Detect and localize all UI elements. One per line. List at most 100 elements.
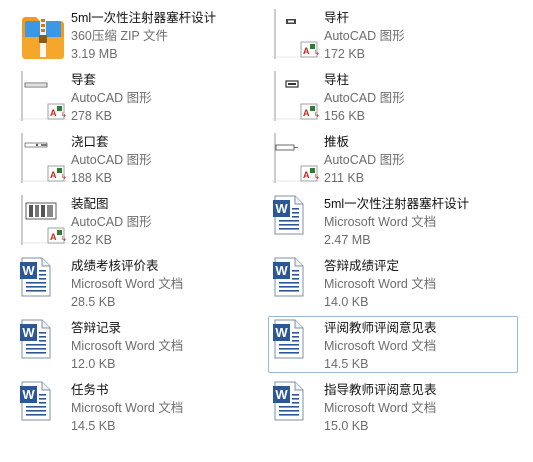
file-size: 14.5 KB: [324, 357, 369, 371]
file-item[interactable]: A ↳ 导柱 AutoCAD 图形 156 KB: [269, 69, 519, 125]
svg-text:W: W: [275, 325, 288, 340]
word-document-icon: W: [20, 381, 51, 421]
word-document-icon: W: [20, 257, 51, 297]
zip-archive-icon: [22, 17, 64, 59]
autocad-drawing-icon: A ↳: [272, 71, 322, 121]
word-document-icon: W: [273, 319, 304, 359]
autocad-drawing-icon: A ↳: [19, 195, 69, 245]
file-meta: 浇口套 AutoCAD 图形 188 KB: [71, 133, 152, 187]
file-type: Microsoft Word 文档: [324, 339, 437, 353]
file-size: 282 KB: [71, 233, 113, 247]
file-meta: 任务书 Microsoft Word 文档 14.5 KB: [71, 381, 183, 435]
file-type: Microsoft Word 文档: [71, 339, 184, 353]
autocad-drawing-icon: A ↳: [19, 71, 69, 121]
svg-text:A: A: [303, 108, 310, 118]
file-name: 评阅教师评阅意见表: [324, 321, 437, 335]
file-size: 3.19 MB: [71, 47, 118, 61]
file-name: 装配图: [71, 197, 109, 211]
file-meta: 导套 AutoCAD 图形 278 KB: [71, 71, 152, 125]
file-name: 导套: [71, 73, 97, 87]
svg-text:↳: ↳: [61, 235, 67, 243]
file-type: AutoCAD 图形: [71, 215, 152, 229]
svg-text:A: A: [50, 232, 57, 242]
word-thumb: W: [269, 317, 321, 373]
file-name: 导杆: [324, 11, 350, 25]
file-size: 172 KB: [324, 47, 366, 61]
svg-text:W: W: [275, 387, 288, 402]
file-size: 28.5 KB: [71, 295, 116, 309]
file-size: 12.0 KB: [71, 357, 116, 371]
file-size: 188 KB: [71, 171, 113, 185]
file-name: 答辩成绩评定: [324, 259, 400, 273]
svg-text:↳: ↳: [314, 173, 320, 181]
file-meta: 指导教师评阅意见表 Microsoft Word 文档 15.0 KB: [324, 381, 437, 435]
svg-text:W: W: [22, 387, 35, 402]
word-thumb: W: [16, 379, 68, 435]
file-type: Microsoft Word 文档: [71, 401, 184, 415]
file-grid: 5ml一次性注射器塞杆设计 360压缩 ZIP 文件 3.19 MB A ↳ 导…: [0, 0, 533, 462]
svg-text:A: A: [50, 108, 57, 118]
word-thumb: W: [269, 255, 321, 311]
file-item[interactable]: A ↳ 装配图 AutoCAD 图形 282 KB: [16, 193, 266, 249]
file-item[interactable]: W 指导教师评阅意见表 Microsoft Word 文档 15.0 KB: [269, 379, 519, 435]
file-name: 任务书: [71, 383, 109, 397]
svg-text:W: W: [22, 325, 35, 340]
word-thumb: W: [16, 255, 68, 311]
file-meta: 成绩考核评价表 Microsoft Word 文档 28.5 KB: [71, 257, 183, 311]
file-item[interactable]: A ↳ 导套 AutoCAD 图形 278 KB: [16, 69, 266, 125]
file-item[interactable]: W 任务书 Microsoft Word 文档 14.5 KB: [16, 379, 266, 435]
file-item[interactable]: W 评阅教师评阅意见表 Microsoft Word 文档 14.5 KB: [268, 316, 518, 373]
file-meta: 5ml一次性注射器塞杆设计 Microsoft Word 文档 2.47 MB: [324, 195, 469, 249]
file-size: 14.5 KB: [71, 419, 116, 433]
file-size: 278 KB: [71, 109, 113, 123]
file-item[interactable]: A ↳ 推板 AutoCAD 图形 211 KB: [269, 131, 519, 187]
file-name: 导柱: [324, 73, 350, 87]
file-type: Microsoft Word 文档: [71, 277, 184, 291]
word-thumb: W: [16, 317, 68, 373]
file-meta: 答辩成绩评定 Microsoft Word 文档 14.0 KB: [324, 257, 436, 311]
word-document-icon: W: [273, 195, 304, 235]
file-meta: 导柱 AutoCAD 图形 156 KB: [324, 71, 405, 125]
file-item[interactable]: W 5ml一次性注射器塞杆设计 Microsoft Word 文档 2.47 M…: [269, 193, 519, 249]
file-type: Microsoft Word 文档: [324, 401, 437, 415]
file-meta: 5ml一次性注射器塞杆设计 360压缩 ZIP 文件 3.19 MB: [71, 9, 216, 63]
autocad-drawing-icon: A ↳: [19, 133, 69, 183]
file-item[interactable]: W 答辩成绩评定 Microsoft Word 文档 14.0 KB: [269, 255, 519, 311]
file-name: 5ml一次性注射器塞杆设计: [324, 197, 470, 211]
file-name: 浇口套: [71, 135, 109, 149]
file-size: 2.47 MB: [324, 233, 371, 247]
file-type: AutoCAD 图形: [324, 29, 405, 43]
file-item[interactable]: A ↳ 浇口套 AutoCAD 图形 188 KB: [16, 131, 266, 187]
file-type: 360压缩 ZIP 文件: [71, 29, 169, 43]
svg-text:↳: ↳: [61, 173, 67, 181]
file-size: 15.0 KB: [324, 419, 369, 433]
svg-text:W: W: [275, 201, 288, 216]
file-meta: 答辩记录 Microsoft Word 文档 12.0 KB: [71, 319, 183, 373]
file-meta: 导杆 AutoCAD 图形 172 KB: [324, 9, 405, 63]
file-item[interactable]: W 答辩记录 Microsoft Word 文档 12.0 KB: [16, 317, 266, 373]
autocad-drawing-icon: A ↳: [272, 133, 322, 183]
file-type: AutoCAD 图形: [324, 91, 405, 105]
svg-text:↳: ↳: [314, 111, 320, 119]
file-size: 14.0 KB: [324, 295, 369, 309]
file-name: 指导教师评阅意见表: [324, 383, 437, 397]
file-name: 推板: [324, 135, 350, 149]
word-thumb: W: [269, 193, 321, 249]
file-name: 答辩记录: [71, 321, 122, 335]
svg-text:A: A: [303, 46, 310, 56]
svg-text:↳: ↳: [314, 49, 320, 57]
svg-text:A: A: [303, 170, 310, 180]
word-document-icon: W: [273, 257, 304, 297]
file-meta: 装配图 AutoCAD 图形 282 KB: [71, 195, 152, 249]
file-type: AutoCAD 图形: [71, 153, 152, 167]
file-type: AutoCAD 图形: [71, 91, 152, 105]
file-item[interactable]: A ↳ 导杆 AutoCAD 图形 172 KB: [269, 7, 519, 63]
file-item[interactable]: 5ml一次性注射器塞杆设计 360压缩 ZIP 文件 3.19 MB: [16, 7, 266, 63]
file-size: 211 KB: [324, 171, 365, 185]
file-type: Microsoft Word 文档: [324, 277, 437, 291]
file-item[interactable]: W 成绩考核评价表 Microsoft Word 文档 28.5 KB: [16, 255, 266, 311]
svg-text:↳: ↳: [61, 111, 67, 119]
file-size: 156 KB: [324, 109, 366, 123]
file-meta: 推板 AutoCAD 图形 211 KB: [324, 133, 405, 187]
svg-text:A: A: [50, 170, 57, 180]
